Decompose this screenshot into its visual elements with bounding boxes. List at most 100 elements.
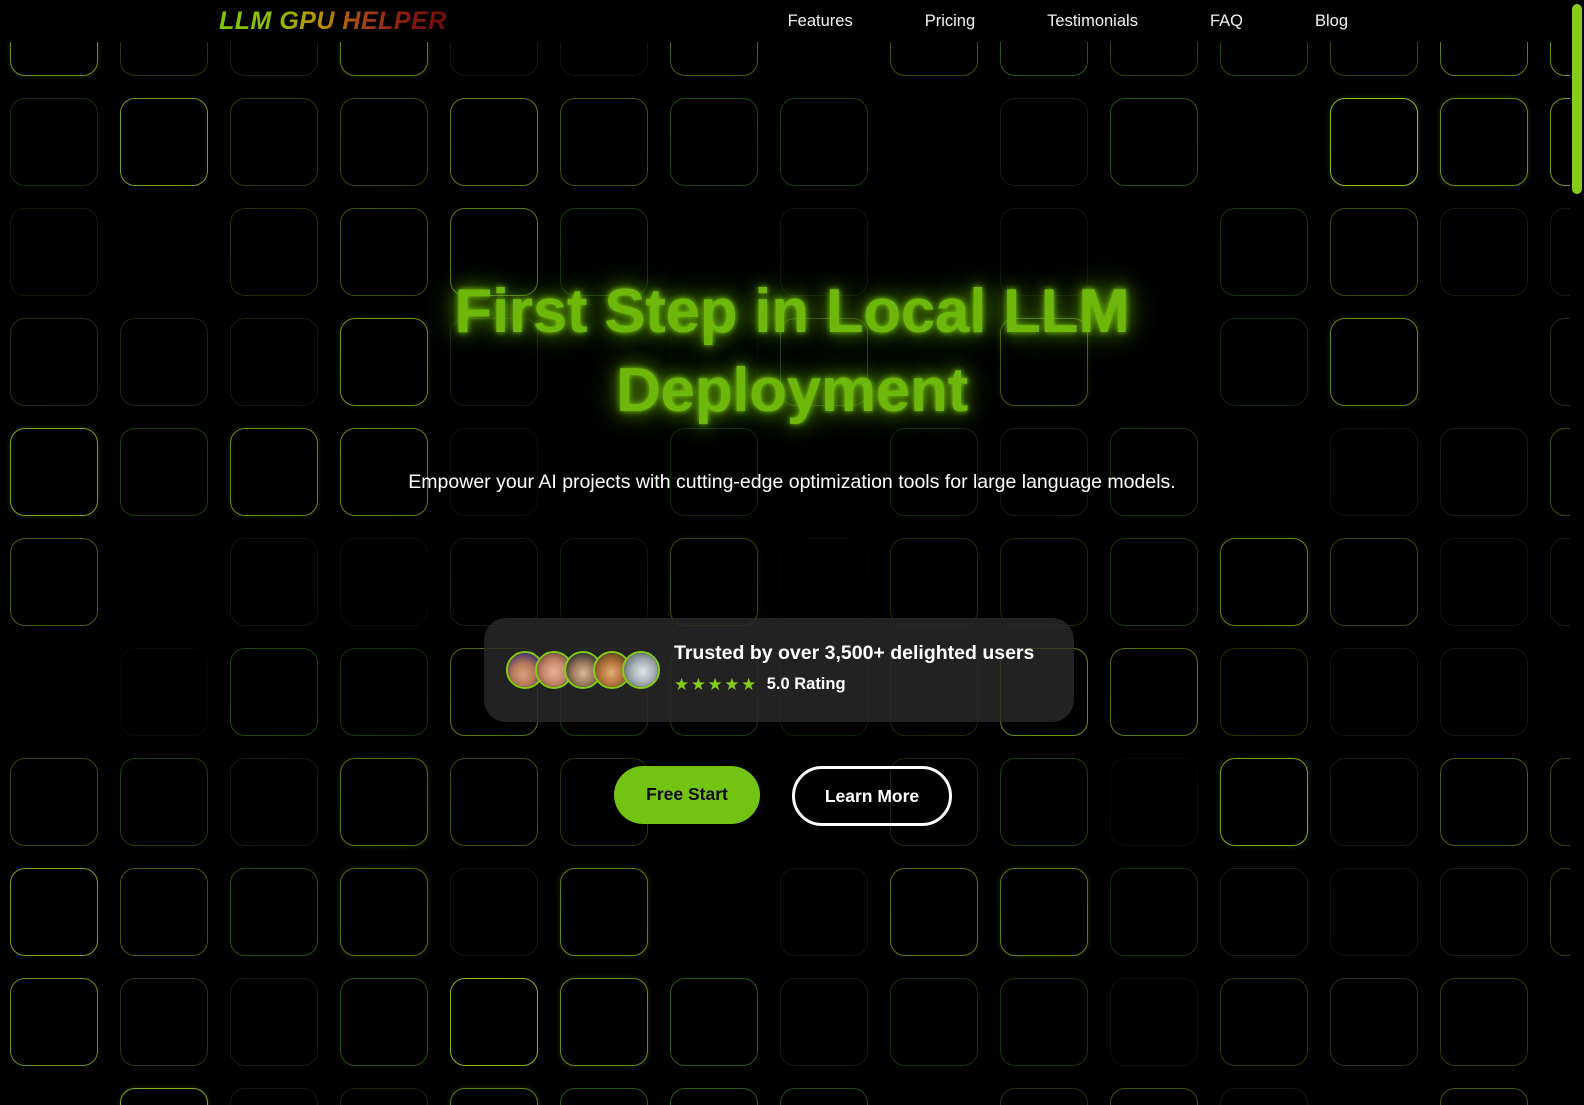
grid-cell xyxy=(120,978,208,1066)
grid-cell xyxy=(560,1088,648,1105)
grid-cell xyxy=(450,538,538,626)
grid-cell xyxy=(10,758,98,846)
grid-cell xyxy=(890,538,978,626)
grid-cell xyxy=(890,868,978,956)
grid-cell xyxy=(1110,98,1198,186)
avatar-image xyxy=(624,653,658,687)
grid-cell xyxy=(1000,98,1088,186)
grid-cell xyxy=(230,978,318,1066)
grid-cell xyxy=(1440,1088,1528,1105)
grid-cell xyxy=(1440,428,1528,516)
grid-cell xyxy=(1220,758,1308,846)
grid-cell xyxy=(1000,868,1088,956)
grid-cell xyxy=(1000,978,1088,1066)
grid-cell xyxy=(1110,758,1198,846)
nav-link-testimonials[interactable]: Testimonials xyxy=(1011,0,1174,42)
grid-cell xyxy=(670,1088,758,1105)
trust-text-block: Trusted by over 3,500+ delighted users ★… xyxy=(674,640,1054,693)
grid-cell xyxy=(450,1088,538,1105)
grid-cell xyxy=(10,98,98,186)
grid-cell xyxy=(230,648,318,736)
grid-cell xyxy=(1440,758,1528,846)
grid-cell xyxy=(1440,648,1528,736)
grid-cell xyxy=(450,978,538,1066)
background-grid xyxy=(0,0,1584,1105)
grid-cell xyxy=(230,538,318,626)
grid-cell xyxy=(340,1088,428,1105)
hero-title-line-2: Deployment xyxy=(616,356,968,425)
scrollbar-thumb[interactable] xyxy=(1572,4,1582,194)
grid-cell xyxy=(1000,758,1088,846)
site-header: LLM GPU HELPER Features Pricing Testimon… xyxy=(0,0,1584,42)
grid-cell xyxy=(780,868,868,956)
grid-cell xyxy=(1330,758,1418,846)
grid-cell xyxy=(340,98,428,186)
grid-cell xyxy=(560,978,648,1066)
grid-cell xyxy=(1000,538,1088,626)
grid-cell xyxy=(780,978,868,1066)
grid-cell xyxy=(450,868,538,956)
star-rating-icon: ★★★★★ xyxy=(674,675,758,694)
nav-link-features[interactable]: Features xyxy=(752,0,889,42)
nav-link-faq[interactable]: FAQ xyxy=(1174,0,1279,42)
grid-cell xyxy=(1220,538,1308,626)
grid-cell xyxy=(120,428,208,516)
page-title: First Step in Local LLM Deployment xyxy=(0,272,1584,430)
trust-badge: Trusted by over 3,500+ delighted users ★… xyxy=(484,618,1074,722)
grid-cell xyxy=(670,978,758,1066)
grid-cell xyxy=(1330,98,1418,186)
grid-cell xyxy=(1440,538,1528,626)
grid-cell xyxy=(1330,868,1418,956)
hero-title-line-1: First Step in Local LLM xyxy=(454,277,1130,346)
grid-cell xyxy=(1330,978,1418,1066)
grid-cell xyxy=(1110,868,1198,956)
grid-cell xyxy=(890,978,978,1066)
grid-cell xyxy=(10,538,98,626)
grid-cell xyxy=(120,98,208,186)
grid-cell xyxy=(1220,868,1308,956)
nav-link-pricing[interactable]: Pricing xyxy=(889,0,1011,42)
grid-cell xyxy=(780,1088,868,1105)
nav-link-blog[interactable]: Blog xyxy=(1279,0,1384,42)
grid-cell xyxy=(1220,648,1308,736)
grid-cell xyxy=(230,1088,318,1105)
grid-cell xyxy=(340,758,428,846)
main-nav: Features Pricing Testimonials FAQ Blog xyxy=(752,0,1584,42)
grid-cell xyxy=(780,98,868,186)
grid-cell xyxy=(340,978,428,1066)
grid-cell xyxy=(1330,428,1418,516)
grid-cell xyxy=(120,868,208,956)
rating-value: 5.0 Rating xyxy=(766,675,846,694)
grid-cell xyxy=(230,98,318,186)
brand-logo[interactable]: LLM GPU HELPER xyxy=(219,7,447,36)
grid-cell xyxy=(1000,1088,1088,1105)
grid-cell xyxy=(340,648,428,736)
avatar-stack xyxy=(506,651,660,689)
grid-cell xyxy=(560,868,648,956)
grid-cell xyxy=(1440,978,1528,1066)
grid-cell xyxy=(670,538,758,626)
grid-cell xyxy=(120,1088,208,1105)
grid-cell xyxy=(780,538,868,626)
grid-cell xyxy=(1330,538,1418,626)
grid-cell xyxy=(230,868,318,956)
grid-cell xyxy=(230,428,318,516)
learn-more-button[interactable]: Learn More xyxy=(792,766,952,826)
grid-cell xyxy=(1330,648,1418,736)
grid-cell xyxy=(450,98,538,186)
grid-cell xyxy=(10,868,98,956)
rating-row: ★★★★★ 5.0 Rating xyxy=(674,676,1054,693)
grid-cell xyxy=(120,648,208,736)
grid-cell xyxy=(670,98,758,186)
trust-headline: Trusted by over 3,500+ delighted users xyxy=(674,642,1035,664)
grid-cell xyxy=(1110,978,1198,1066)
grid-cell xyxy=(1110,1088,1198,1105)
grid-cell xyxy=(10,978,98,1066)
grid-cell xyxy=(120,758,208,846)
grid-cell xyxy=(340,868,428,956)
free-start-button[interactable]: Free Start xyxy=(614,765,760,824)
hero-subtitle: Empower your AI projects with cutting-ed… xyxy=(408,471,1176,493)
grid-cell xyxy=(1220,1088,1308,1105)
grid-cell xyxy=(340,538,428,626)
grid-cell xyxy=(1440,868,1528,956)
